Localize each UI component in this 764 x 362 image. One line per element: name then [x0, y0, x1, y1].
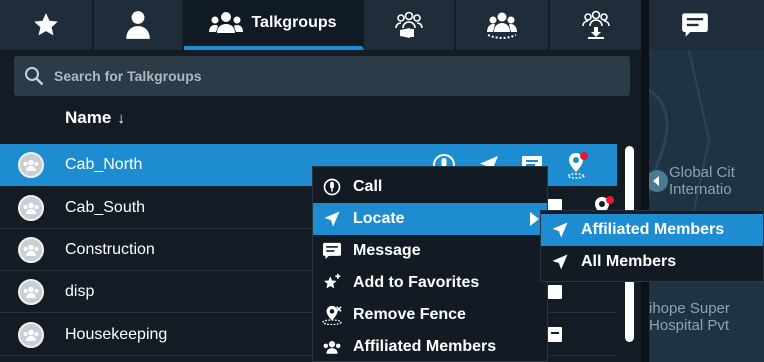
map-view[interactable]: Global Cit Internatio ihope Super Hospit… [649, 0, 764, 362]
group-download-icon [581, 10, 610, 39]
submenu-arrow-icon [530, 212, 539, 226]
menu-item-label: Call [353, 178, 383, 195]
group-icon [23, 286, 39, 298]
map-place-label: Global Cit [669, 164, 735, 181]
add-favorite-icon [321, 273, 343, 293]
talkgroup-name: Housekeeping [65, 325, 168, 343]
group-circle-icon [487, 12, 517, 39]
group-icon [23, 159, 39, 171]
submenu-item-affiliated-members[interactable]: Affiliated Members [541, 214, 763, 246]
menu-item-label: Add to Favorites [353, 274, 480, 291]
group-icon [209, 12, 244, 33]
locate-icon [549, 253, 571, 271]
talkgroup-avatar [18, 152, 44, 178]
submenu-item-all-members[interactable]: All Members [541, 246, 763, 278]
person-icon [126, 11, 150, 39]
locate-submenu: Affiliated Members All Members [540, 210, 764, 282]
tab-dynamic-groups[interactable] [456, 0, 550, 50]
locate-icon [321, 210, 343, 228]
talkgroup-context-menu: Call Locate Message Add to Favorites Rem… [312, 166, 548, 362]
search-placeholder: Search for Talkgroups [54, 68, 202, 84]
message-icon [321, 242, 343, 260]
talkgroup-avatar [18, 278, 44, 305]
message-icon[interactable] [548, 324, 562, 346]
tab-talkgroups-label: Talkgroups [251, 14, 337, 31]
menu-item-label: Remove Fence [353, 306, 466, 323]
geofence-alert-icon[interactable] [566, 151, 590, 179]
tab-talkgroups[interactable]: Talkgroups [184, 0, 364, 50]
star-icon [34, 13, 58, 36]
tab-favorites[interactable] [0, 0, 94, 50]
group-icon [23, 202, 39, 214]
menu-item-message[interactable]: Message [313, 235, 547, 267]
search-icon [25, 67, 44, 86]
map-place-label: Internatio [669, 181, 732, 198]
locate-icon [549, 221, 571, 239]
tab-download-groups[interactable] [550, 0, 641, 50]
tab-broadcast[interactable] [364, 0, 456, 50]
talkgroup-name: Cab_North [65, 156, 143, 173]
menu-item-call[interactable]: Call [313, 171, 547, 203]
talkgroup-avatar [18, 321, 44, 348]
row-actions [548, 282, 562, 302]
sort-down-icon: ↓ [117, 109, 125, 127]
name-column-header[interactable]: Name ↓ [65, 108, 125, 128]
menu-item-remove-fence[interactable]: Remove Fence [313, 299, 547, 331]
menu-item-label: Locate [353, 210, 405, 227]
affiliated-members-icon [321, 340, 343, 354]
map-place-label: Hospital Pvt [649, 317, 730, 334]
talkgroup-name: disp [65, 282, 95, 300]
talkgroup-name: Construction [65, 240, 155, 258]
talkgroup-avatar [18, 236, 44, 263]
row-actions [548, 324, 562, 346]
tab-contacts[interactable] [94, 0, 184, 50]
menu-item-label: Message [353, 242, 421, 259]
menu-item-label: Affiliated Members [353, 338, 497, 355]
menu-item-add-to-favorites[interactable]: Add to Favorites [313, 267, 547, 299]
talkgroup-avatar [18, 194, 44, 221]
message-icon[interactable] [548, 282, 562, 302]
tab-bar: Talkgroups [0, 0, 641, 50]
panel-divider[interactable] [641, 0, 649, 362]
map-place-label: ihope Super [649, 300, 730, 317]
map-toolbar [649, 0, 764, 50]
submenu-item-label: All Members [581, 253, 677, 270]
group-icon [23, 244, 39, 256]
broadcast-group-icon [395, 11, 423, 38]
remove-fence-icon [321, 305, 343, 325]
name-column-label: Name [65, 108, 112, 127]
call-icon [321, 178, 343, 196]
search-input[interactable]: Search for Talkgroups [14, 56, 630, 96]
message-icon[interactable] [681, 12, 709, 38]
menu-item-locate[interactable]: Locate [313, 203, 547, 235]
menu-item-affiliated-members[interactable]: Affiliated Members [313, 331, 547, 362]
talkgroup-name: Cab_South [65, 198, 146, 216]
group-icon [23, 329, 39, 341]
submenu-item-label: Affiliated Members [581, 221, 725, 238]
